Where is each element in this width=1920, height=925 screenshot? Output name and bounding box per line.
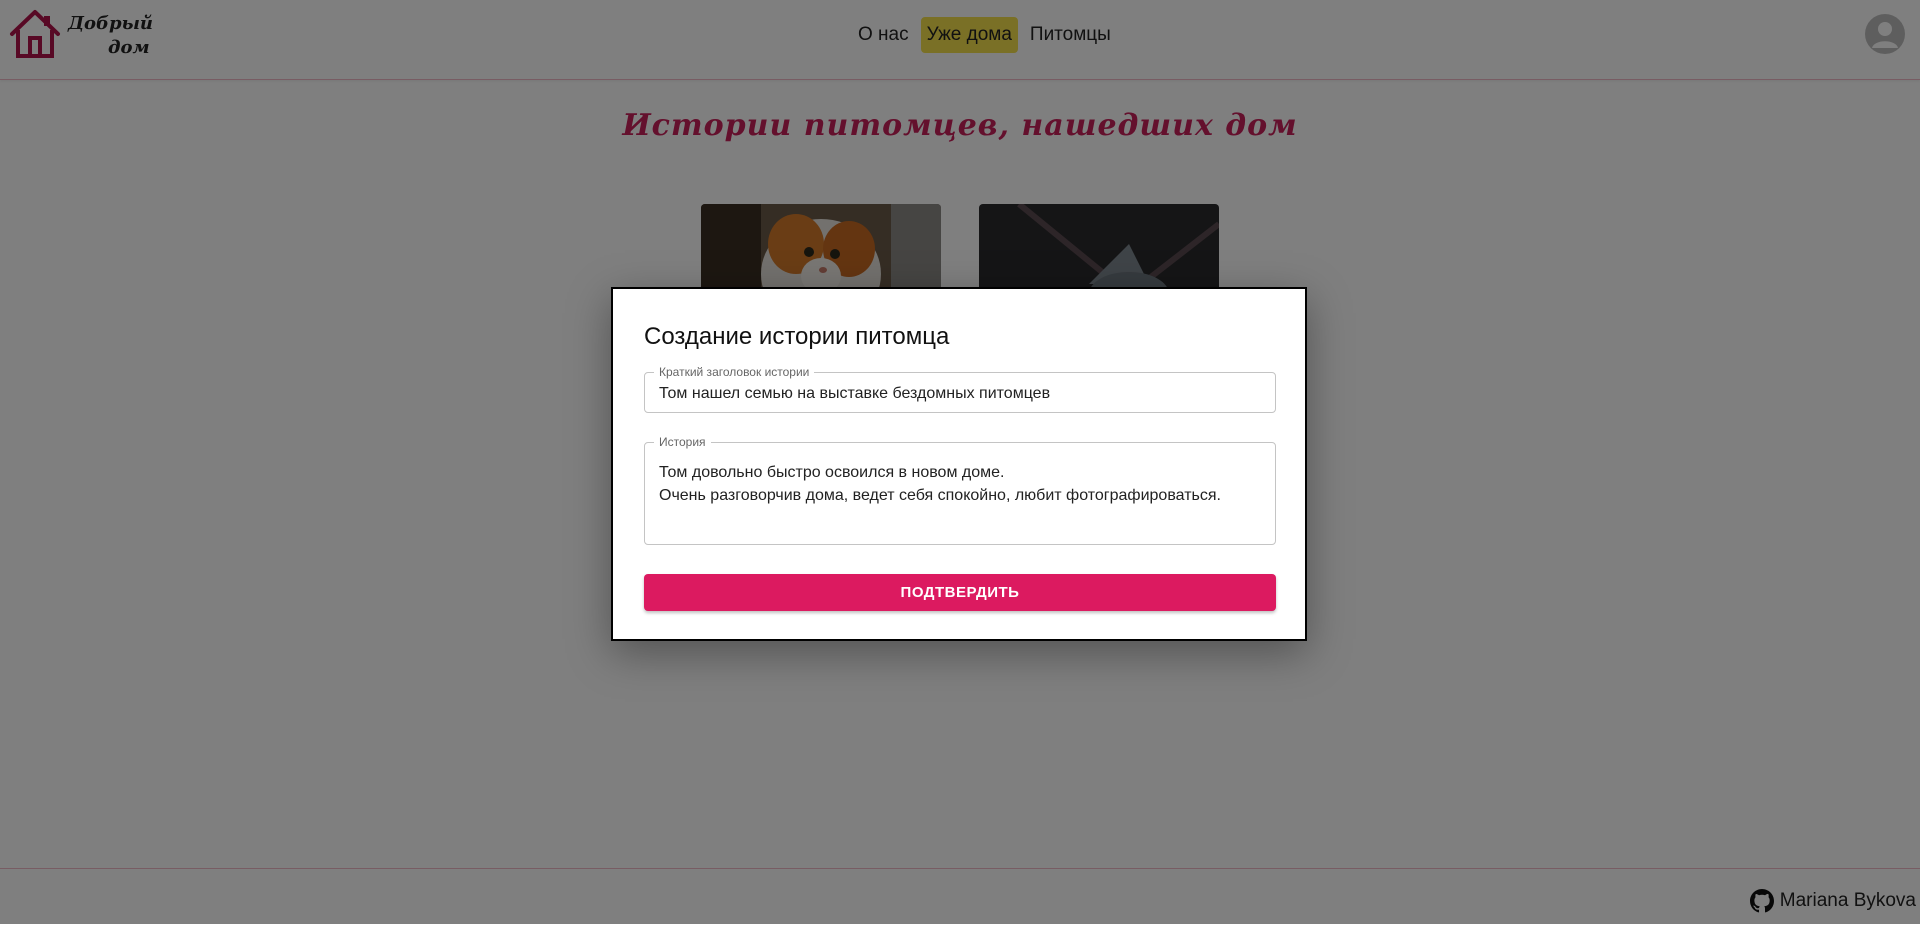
confirm-button[interactable]: ПОДТВЕРДИТЬ (644, 574, 1276, 611)
story-text-field[interactable]: История Том довольно быстро освоился в н… (644, 435, 1276, 545)
story-text-line: Очень разговорчив дома, ведет себя споко… (659, 487, 1221, 504)
story-title-field[interactable]: Краткий заголовок истории Том нашел семь… (644, 365, 1276, 413)
story-text-input[interactable]: Том довольно быстро освоился в новом дом… (659, 461, 1221, 507)
story-title-label: Краткий заголовок истории (654, 365, 815, 379)
story-text-label: История (654, 435, 711, 449)
create-story-dialog: Создание истории питомца Краткий заголов… (611, 287, 1307, 641)
dialog-title: Создание истории питомца (644, 323, 950, 350)
story-text-line: Том довольно быстро освоился в новом дом… (659, 464, 1005, 481)
story-title-input[interactable]: Том нашел семью на выставке бездомных пи… (659, 385, 1050, 403)
